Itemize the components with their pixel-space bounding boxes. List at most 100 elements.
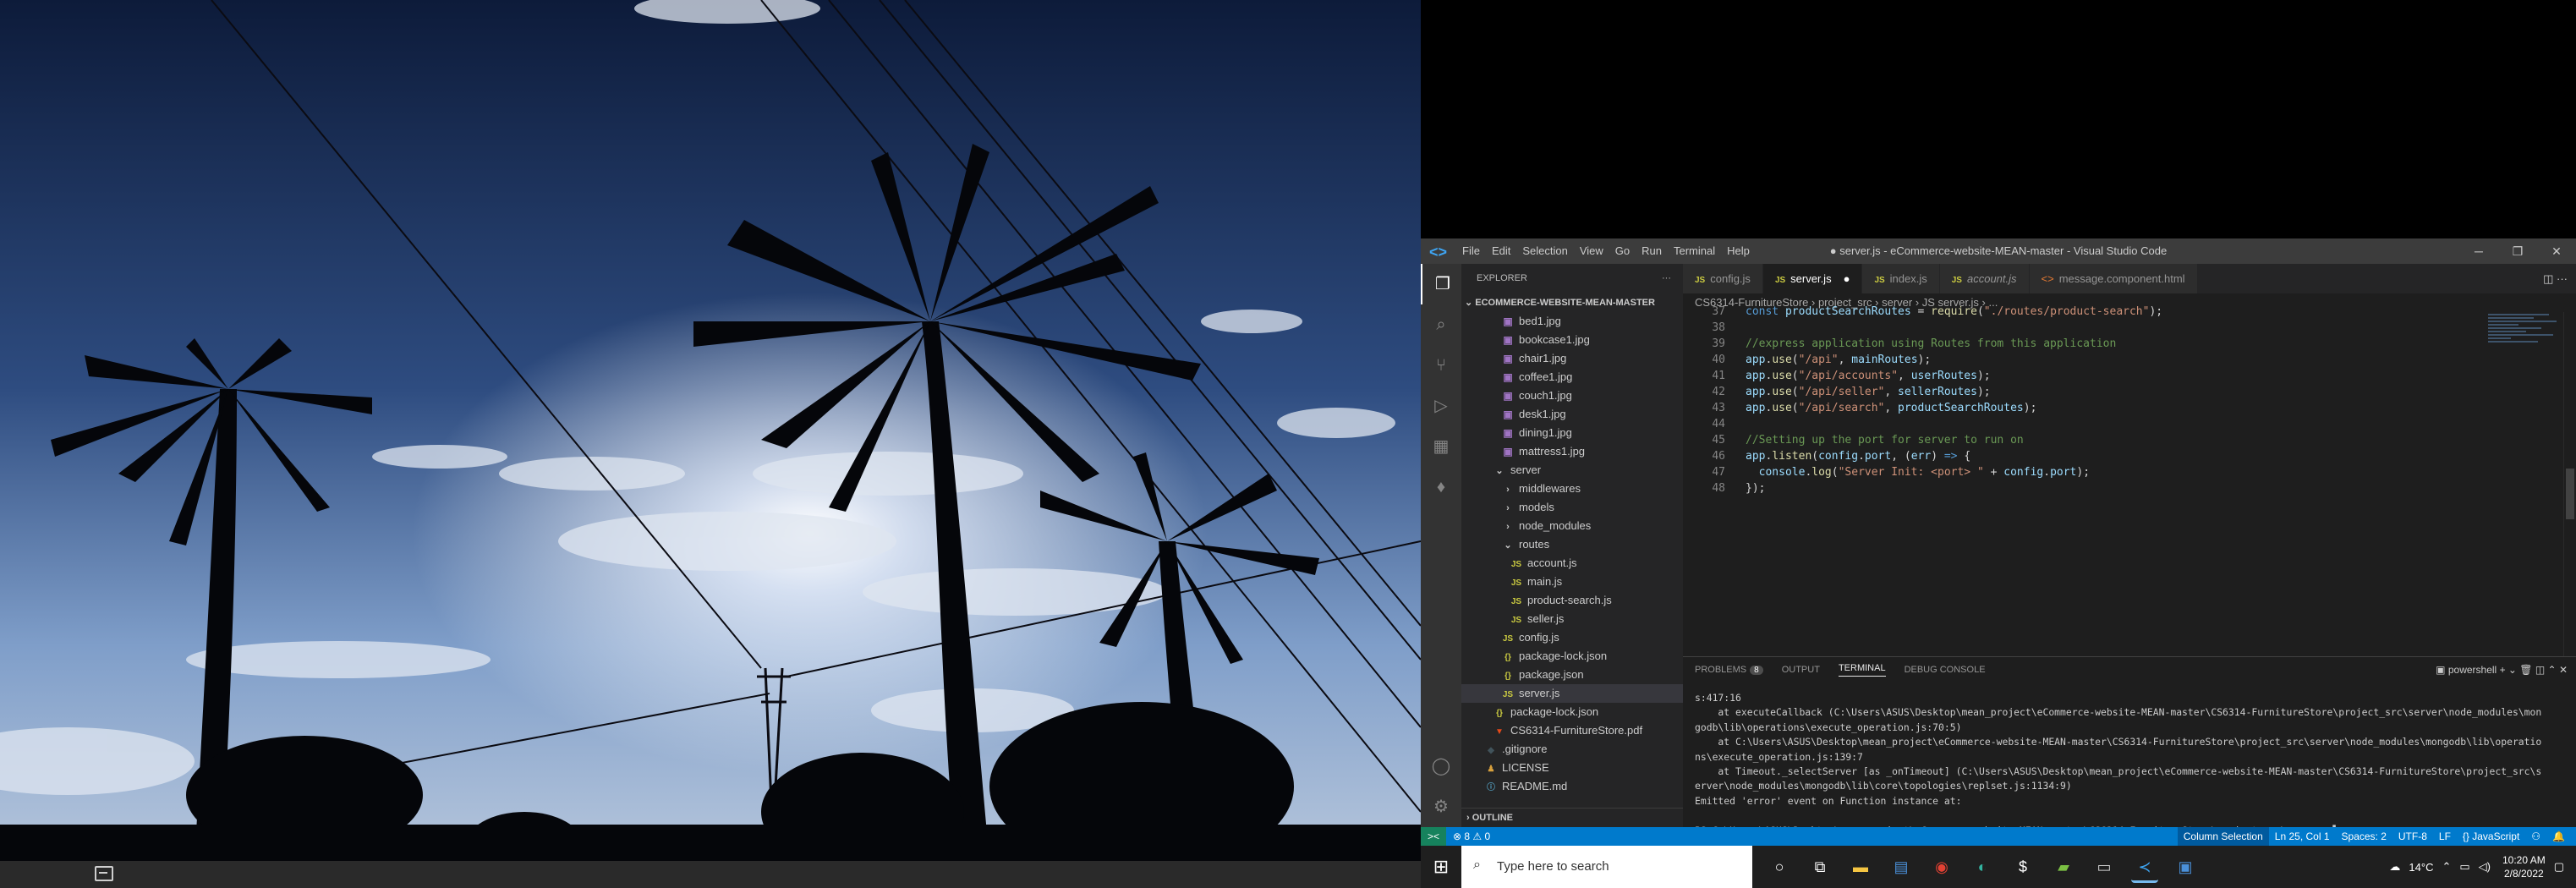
cortana-icon[interactable]: ○ (1766, 853, 1793, 880)
code-line[interactable]: 38 (1683, 320, 2495, 336)
mongodb-icon[interactable]: ♦ (1421, 467, 1461, 507)
menu-run[interactable]: Run (1636, 238, 1668, 264)
file-tree-item[interactable]: JS server.js (1461, 684, 1683, 703)
search-icon[interactable]: ⌕ (1421, 304, 1461, 345)
menu-view[interactable]: View (1574, 238, 1609, 264)
network-icon[interactable]: ▭ (2459, 860, 2469, 874)
show-hidden-icons-icon[interactable]: ⌃ (2442, 860, 2451, 874)
run-debug-icon[interactable]: ▷ (1421, 386, 1461, 426)
column-selection-status[interactable]: Column Selection (2177, 827, 2269, 846)
editor-tab[interactable]: JS index.js (1862, 264, 1940, 293)
feedback-icon[interactable]: ⚇ (2525, 827, 2546, 846)
green-app-icon[interactable]: ▰ (2050, 853, 2077, 880)
file-tree-item[interactable]: JS config.js (1461, 628, 1683, 647)
trash-icon[interactable]: 🗑 (2519, 664, 2535, 676)
source-control-icon[interactable]: ⑂ (1421, 345, 1461, 386)
file-tree-item[interactable]: JS product-search.js (1461, 591, 1683, 610)
weather-icon[interactable]: ☁ (2389, 860, 2400, 874)
file-tree-item[interactable]: {} package-lock.json (1461, 703, 1683, 721)
split-editor-icon[interactable]: ◫ (2543, 272, 2553, 285)
more-actions-icon[interactable]: ··· (1662, 264, 1671, 293)
notifications-icon[interactable]: 🔔 (2546, 827, 2571, 846)
file-tree-item[interactable]: ⌄ server (1461, 461, 1683, 480)
file-tree-item[interactable]: ▼ CS6314-FurnitureStore.pdf (1461, 721, 1683, 740)
file-tree-item[interactable]: ♟ LICENSE (1461, 759, 1683, 777)
panel-tab[interactable]: PROBLEMS 8 (1695, 665, 1763, 675)
notepad-icon[interactable]: ▤ (1888, 853, 1915, 880)
caption-icon[interactable] (95, 866, 113, 881)
file-tree-item[interactable]: ▣ bed1.jpg (1461, 312, 1683, 331)
code-line[interactable]: 45 //Setting up the port for server to ru… (1683, 432, 2495, 448)
code-line[interactable]: 39 //express application using Routes fro… (1683, 336, 2495, 352)
restore-button[interactable]: ❐ (2498, 238, 2537, 264)
split-terminal-icon[interactable]: ◫ (2535, 664, 2548, 676)
settings-gear-icon[interactable]: ⚙ (1421, 787, 1461, 827)
file-tree-item[interactable]: {} package-lock.json (1461, 647, 1683, 666)
minimize-button[interactable]: ─ (2459, 238, 2498, 264)
dollar-app-icon[interactable]: $ (2009, 853, 2036, 880)
blue-app-icon[interactable]: ▣ (2172, 853, 2199, 880)
editor-scrollbar[interactable] (2563, 312, 2576, 656)
vscode-taskbar-icon[interactable]: ≺ (2131, 853, 2158, 883)
minimap[interactable] (2488, 312, 2564, 363)
file-tree-item[interactable]: JS account.js (1461, 554, 1683, 573)
file-tree-item[interactable]: ◆ .gitignore (1461, 740, 1683, 759)
file-tree-item[interactable]: ▣ bookcase1.jpg (1461, 331, 1683, 349)
file-tree-item[interactable]: ▣ desk1.jpg (1461, 405, 1683, 424)
menu-terminal[interactable]: Terminal (1668, 238, 1721, 264)
taskbar-search-box[interactable]: ⌕ Type here to search (1461, 846, 1752, 888)
code-line[interactable]: 40 app.use("/api", mainRoutes); (1683, 352, 2495, 368)
maximize-panel-icon[interactable]: ⌃ (2548, 664, 2559, 676)
file-tree-item[interactable]: › models (1461, 498, 1683, 517)
code-editor[interactable]: 37 const productSearchRoutes = require(".… (1683, 304, 2495, 496)
remote-indicator[interactable]: >< (1421, 827, 1446, 846)
file-tree-item[interactable]: ⌄ routes (1461, 535, 1683, 554)
add-terminal-icon[interactable]: + ⌄ (2500, 664, 2520, 676)
notification-center-icon[interactable]: ▢ (2554, 860, 2564, 874)
task-view-icon[interactable]: ⧉ (1806, 853, 1833, 880)
explorer-icon[interactable]: ❐ (1421, 264, 1463, 304)
unsaved-dot-icon[interactable]: ● (1844, 272, 1850, 285)
file-tree-item[interactable]: › node_modules (1461, 517, 1683, 535)
project-root[interactable]: ⌄ ECOMMERCE-WEBSITE-MEAN-MASTER (1461, 293, 1683, 312)
file-tree-item[interactable]: ▣ dining1.jpg (1461, 424, 1683, 442)
editor-tab[interactable]: JS account.js (1939, 264, 2030, 293)
code-line[interactable]: 48}); (1683, 480, 2495, 496)
code-line[interactable]: 37 const productSearchRoutes = require(".… (1683, 304, 2495, 320)
file-tree-item[interactable]: ⓘ README.md (1461, 777, 1683, 796)
file-tree-item[interactable]: ▣ coffee1.jpg (1461, 368, 1683, 386)
code-line[interactable]: 44 (1683, 416, 2495, 432)
editor-tab[interactable]: <> message.component.html (2029, 264, 2198, 293)
file-tree-item[interactable]: ▣ couch1.jpg (1461, 386, 1683, 405)
code-line[interactable]: 47 console.log("Server Init: <port> " + … (1683, 464, 2495, 480)
terminal-output[interactable]: s:417:16 at executeCallback (C:\Users\AS… (1695, 691, 2564, 838)
editor-tab[interactable]: JS server.js ● (1762, 264, 1863, 293)
code-line[interactable]: 42 app.use("/api/seller", sellerRoutes); (1683, 384, 2495, 400)
code-line[interactable]: 46 app.listen(config.port, (err) => { (1683, 448, 2495, 464)
file-tree-item[interactable]: JS seller.js (1461, 610, 1683, 628)
cursor-position-status[interactable]: Ln 25, Col 1 (2269, 827, 2336, 846)
close-panel-icon[interactable]: ✕ (2559, 664, 2568, 676)
weather-temperature[interactable]: 14°C (2409, 861, 2433, 874)
more-actions-icon[interactable]: ··· (2557, 272, 2568, 285)
code-line[interactable]: 43 app.use("/api/search", productSearchRo… (1683, 400, 2495, 416)
file-tree-item[interactable]: ▣ mattress1.jpg (1461, 442, 1683, 461)
outline-section[interactable]: › OUTLINE (1461, 808, 1683, 827)
volume-icon[interactable]: ◁) (2479, 860, 2491, 874)
menu-edit[interactable]: Edit (1486, 238, 1516, 264)
eol-status[interactable]: LF (2433, 827, 2457, 846)
file-tree-item[interactable]: › middlewares (1461, 480, 1683, 498)
edge-icon[interactable]: ◐ (1969, 853, 1996, 880)
account-icon[interactable]: ◯ (1421, 746, 1461, 787)
menu-selection[interactable]: Selection (1516, 238, 1573, 264)
language-mode-status[interactable]: {} JavaScript (2457, 827, 2525, 846)
file-explorer-icon[interactable]: ▬ (1847, 853, 1874, 880)
problems-status[interactable]: ⊗ 8 ⚠ 0 (1446, 827, 1497, 846)
menu-go[interactable]: Go (1609, 238, 1636, 264)
editor-tab[interactable]: JS config.js (1683, 264, 1763, 293)
close-button[interactable]: ✕ (2537, 238, 2576, 264)
encoding-status[interactable]: UTF-8 (2392, 827, 2433, 846)
windows-start-icon[interactable]: ⊞ (1421, 846, 1461, 888)
shell-name[interactable]: powershell (2448, 664, 2497, 676)
scrollbar-thumb[interactable] (2566, 469, 2574, 519)
